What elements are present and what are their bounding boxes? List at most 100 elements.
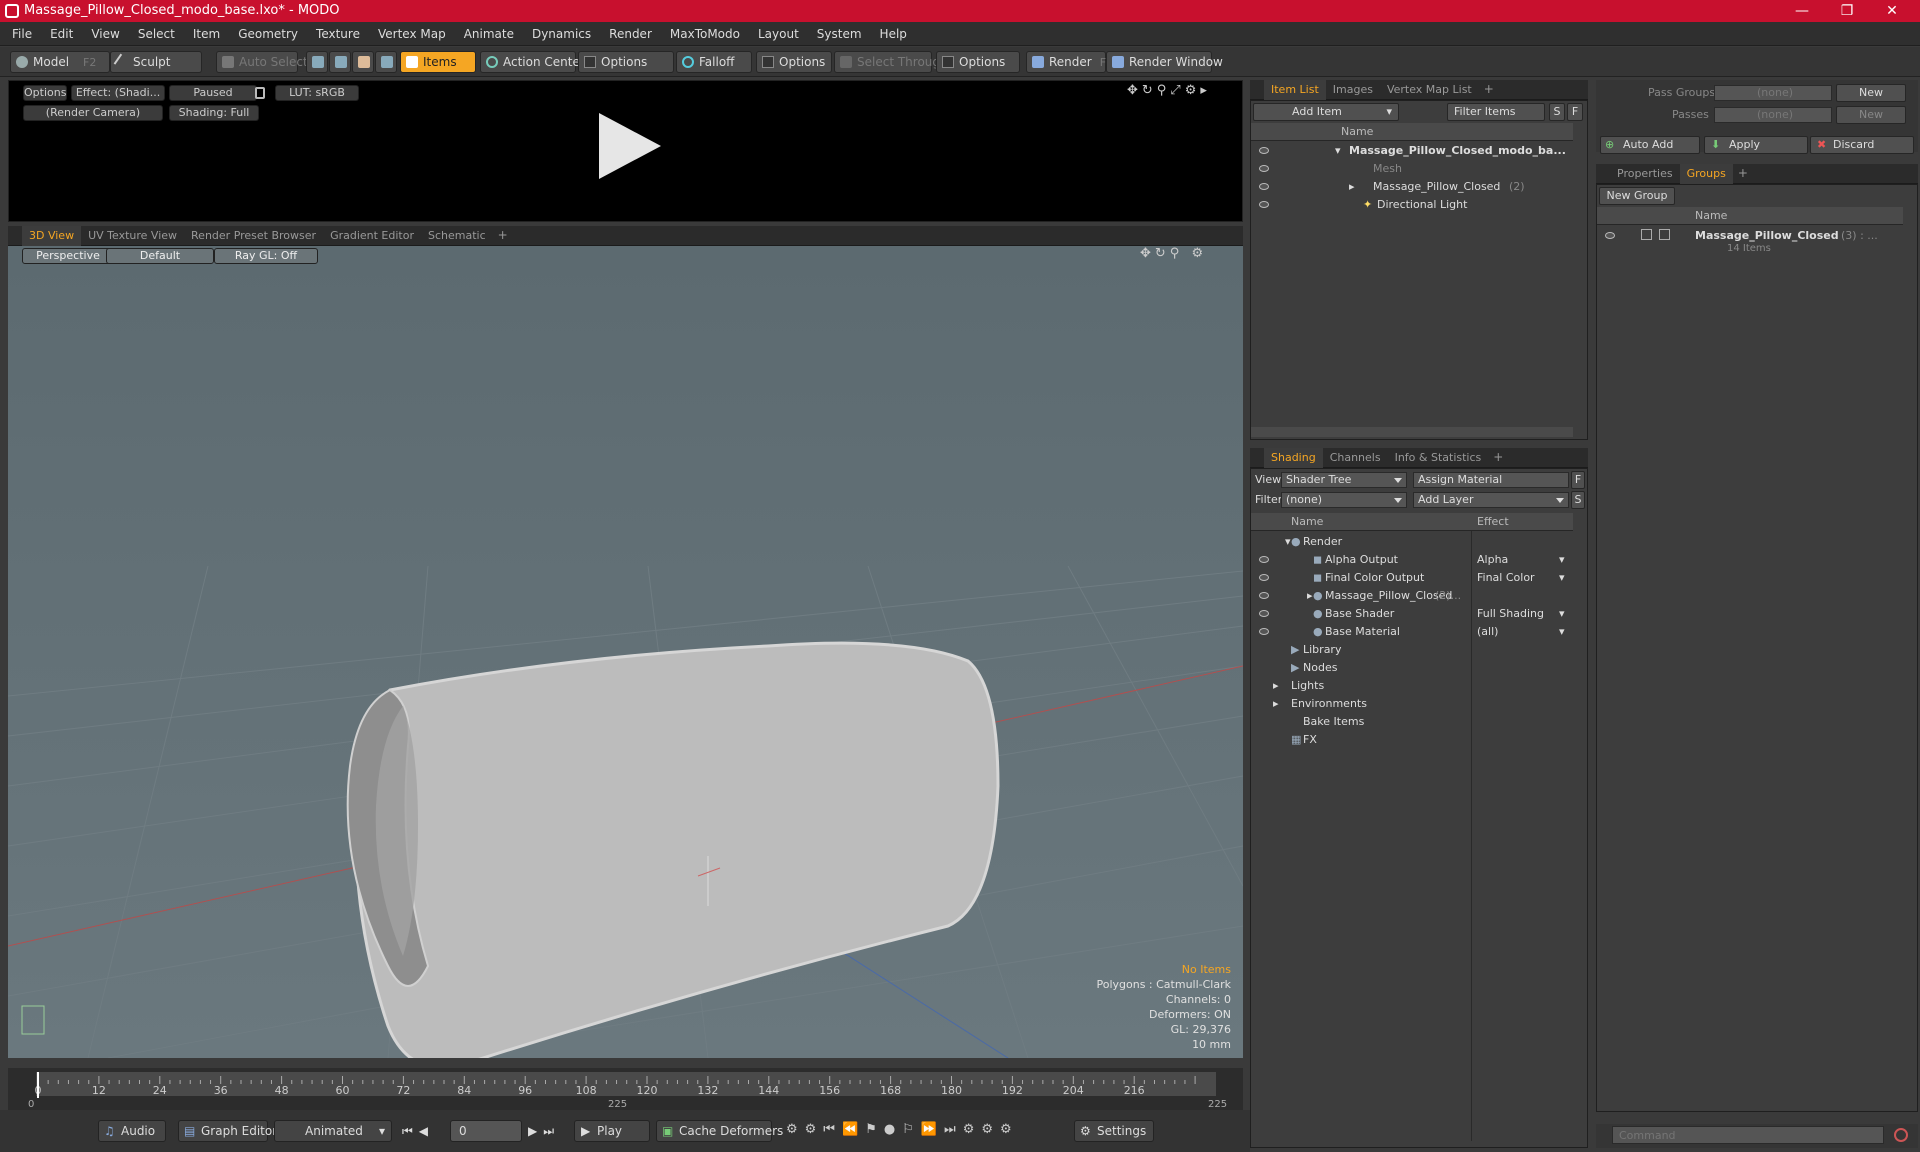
tab-schematic[interactable]: Schematic	[421, 226, 493, 246]
lut-dropdown[interactable]: LUT: sRGB	[275, 85, 359, 101]
skip-forward-icons[interactable]: ▶⏭	[528, 1124, 560, 1139]
visibility-eye-icon[interactable]	[1259, 147, 1269, 154]
shader-tree-row[interactable]: ▶ Nodes	[1251, 659, 1573, 677]
chevron-down-icon[interactable]: ▾	[1559, 569, 1565, 587]
close-icon[interactable]: ✕	[1870, 0, 1914, 22]
shader-tree-row[interactable]: ▸ Environments	[1251, 695, 1573, 713]
visibility-eye-icon[interactable]	[1605, 232, 1615, 239]
menu-animate[interactable]: Animate	[455, 22, 523, 46]
shader-tree-row[interactable]: ▶ Library	[1251, 641, 1573, 659]
discard-button[interactable]: ✖ Discard	[1810, 136, 1914, 154]
action-center-options-button[interactable]: Options	[578, 51, 674, 73]
menu-render[interactable]: Render	[600, 22, 661, 46]
new-group-button[interactable]: New Group	[1599, 187, 1675, 205]
view-dropdown[interactable]: Shader Tree	[1281, 472, 1407, 488]
select-checkbox[interactable]	[1659, 229, 1670, 240]
tab-gradient-editor[interactable]: Gradient Editor	[323, 226, 421, 246]
menu-geometry[interactable]: Geometry	[229, 22, 307, 46]
lock-checkbox[interactable]	[1641, 229, 1652, 240]
new-pass-button[interactable]: New	[1836, 106, 1906, 124]
shader-effect-value[interactable]: Alpha	[1477, 551, 1508, 569]
filter-items-input[interactable]: Filter Items	[1447, 103, 1545, 121]
shader-effect-value[interactable]: Full Shading	[1477, 605, 1544, 623]
select-through-button[interactable]: Select Through	[834, 51, 948, 73]
shader-tree-row[interactable]: ◼ Final Color Output Final Color ▾	[1251, 569, 1573, 587]
items-mode-button[interactable]: Items	[400, 51, 476, 73]
menu-dynamics[interactable]: Dynamics	[523, 22, 600, 46]
add-item-dropdown[interactable]: Add Item ▾	[1253, 103, 1399, 121]
visibility-eye-icon[interactable]	[1259, 165, 1269, 172]
filter-f-button[interactable]: F	[1567, 103, 1583, 121]
falloff-options-button[interactable]: Options	[756, 51, 832, 73]
massage-pillow-mesh[interactable]	[346, 641, 1000, 1058]
menu-vertex-map[interactable]: Vertex Map	[369, 22, 455, 46]
visibility-eye-icon[interactable]	[1259, 574, 1269, 581]
render-window-button[interactable]: Render Window	[1106, 51, 1223, 73]
render-button[interactable]: RenderF9	[1026, 51, 1113, 73]
playback-tool-icons[interactable]: ⚙⚙⏮⏪⚑●⚐⏩⏭⚙⚙⚙	[786, 1122, 1019, 1137]
menu-system[interactable]: System	[808, 22, 871, 46]
add-tab-icon[interactable]: +	[1488, 450, 1508, 464]
menu-select[interactable]: Select	[129, 22, 184, 46]
shader-effect-value[interactable]: (all)	[1477, 623, 1498, 641]
perspective-dropdown[interactable]: Perspective	[22, 248, 114, 264]
timeline[interactable]: 0 12 24 36 48 60 72 84 96 108 120 132 144 156 168 180 19…	[8, 1068, 1243, 1110]
passes-dropdown[interactable]: (none)	[1714, 107, 1832, 123]
viewport-view-tools[interactable]: ✥↻⚲ ⚙	[1140, 246, 1207, 261]
menu-file[interactable]: File	[0, 22, 41, 46]
preview-view-tools[interactable]: ✥↻⚲⤢⚙▸	[1127, 83, 1211, 98]
expand-arrow-icon[interactable]: ▾	[1335, 142, 1341, 160]
falloff-button[interactable]: Falloff	[676, 51, 752, 73]
animated-dropdown[interactable]: Animated ▾	[274, 1120, 392, 1142]
frame-input[interactable]: 0	[450, 1120, 522, 1142]
apply-button[interactable]: ⬇ Apply	[1704, 136, 1808, 154]
shader-tree-row[interactable]: ● Base Shader Full Shading ▾	[1251, 605, 1573, 623]
shader-tree-row[interactable]: ▸ ● Massage_Pillow_Closed (2)...	[1251, 587, 1573, 605]
audio-button[interactable]: ♫ Audio	[98, 1120, 166, 1142]
expand-arrow-icon[interactable]: ▸	[1273, 677, 1279, 695]
expand-arrow-icon[interactable]: ▸	[1349, 178, 1355, 196]
materials-mode-icon[interactable]	[375, 51, 397, 73]
expand-arrow-icon[interactable]: ▸	[1273, 695, 1279, 713]
vertices-mode-icon[interactable]	[306, 51, 328, 73]
visibility-eye-icon[interactable]	[1259, 592, 1269, 599]
shader-effect-value[interactable]: Final Color	[1477, 569, 1535, 587]
shading-f-button[interactable]: F	[1571, 471, 1585, 489]
tab-info-statistics[interactable]: Info & Statistics	[1388, 448, 1489, 468]
assign-material-button[interactable]: Assign Material	[1413, 472, 1569, 488]
list-item[interactable]: ✦ Directional Light	[1255, 196, 1575, 214]
shader-tree-row[interactable]: ◼ Alpha Output Alpha ▾	[1251, 551, 1573, 569]
tab-3d-view[interactable]: 3D View	[22, 226, 82, 246]
tab-vertex-map-list[interactable]: Vertex Map List	[1380, 80, 1479, 100]
filter-s-button[interactable]: S	[1549, 103, 1565, 121]
add-layer-dropdown[interactable]: Add Layer	[1413, 492, 1569, 508]
shader-tree-row[interactable]: ▦ FX	[1251, 731, 1573, 749]
add-tab-icon[interactable]: +	[1733, 166, 1753, 180]
list-item[interactable]: Mesh	[1255, 160, 1575, 178]
menu-maxtomodo[interactable]: MaxToModo	[661, 22, 749, 46]
3d-viewport[interactable]: Perspective Default Ray GL: Off ✥↻⚲ ⚙ No	[8, 246, 1243, 1058]
model-mode-button[interactable]: Model F2	[10, 51, 110, 73]
menu-view[interactable]: View	[82, 22, 128, 46]
visibility-eye-icon[interactable]	[1259, 556, 1269, 563]
tab-render-preset-browser[interactable]: Render Preset Browser	[184, 226, 323, 246]
expand-arrow-icon[interactable]: ▸	[1307, 587, 1313, 605]
command-input[interactable]	[1612, 1126, 1884, 1144]
play-icon[interactable]	[599, 113, 661, 179]
sculpt-mode-button[interactable]: Sculpt	[110, 51, 202, 73]
auto-add-button[interactable]: ⊕ Auto Add	[1600, 136, 1700, 154]
add-tab-icon[interactable]: +	[1479, 82, 1499, 96]
tab-uv-texture-view[interactable]: UV Texture View	[81, 226, 184, 246]
horizontal-scrollbar[interactable]	[1251, 427, 1573, 437]
list-item[interactable]: ▾ Massage_Pillow_Closed_modo_ba...	[1255, 142, 1575, 160]
tab-properties[interactable]: Properties	[1610, 164, 1680, 184]
list-item[interactable]: ▸ Massage_Pillow_Closed (2)	[1255, 178, 1575, 196]
new-pass-group-button[interactable]: New	[1836, 84, 1906, 102]
play-button[interactable]: ▶ Play	[574, 1120, 650, 1142]
cache-deformers-button[interactable]: ▣ Cache Deformers	[656, 1120, 783, 1142]
tab-shading[interactable]: Shading	[1264, 448, 1323, 468]
timeline-ruler[interactable]: 0 12 24 36 48 60 72 84 96 108 120 132 144 156 168 180 19…	[8, 1068, 1243, 1110]
shader-tree-row[interactable]: ▾ ● Render	[1251, 533, 1573, 551]
visibility-eye-icon[interactable]	[1259, 628, 1269, 635]
shading-s-button[interactable]: S	[1571, 491, 1585, 509]
